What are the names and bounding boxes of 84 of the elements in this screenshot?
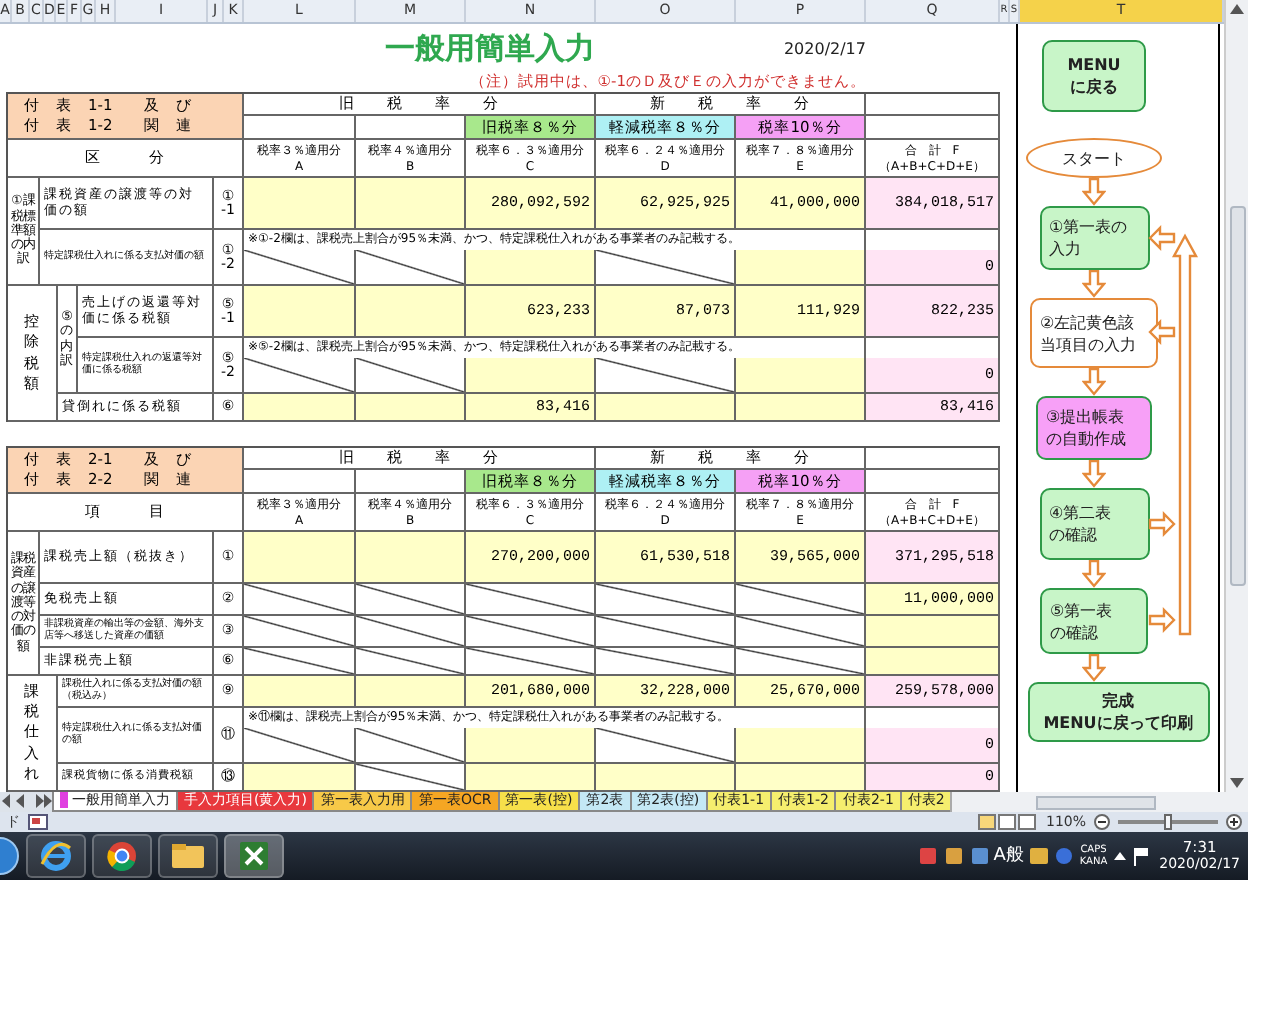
- input-cell[interactable]: [244, 286, 356, 338]
- slider-thumb[interactable]: [1164, 814, 1172, 830]
- down-arrow-icon: [1082, 270, 1106, 298]
- spreadsheet-icon: [238, 840, 270, 872]
- menu-button[interactable]: MENU に戻る: [1042, 40, 1146, 112]
- struck-cell: [356, 728, 466, 764]
- input-cell[interactable]: [736, 394, 866, 422]
- struck-cell: [596, 648, 736, 676]
- input-cell[interactable]: [244, 178, 356, 230]
- struck-cell: [596, 616, 736, 648]
- input-cell[interactable]: [244, 532, 356, 584]
- input-cell[interactable]: [244, 764, 356, 792]
- struck-cell: [596, 728, 736, 764]
- taskbar-app-button[interactable]: [158, 834, 218, 878]
- empty-header-cell: [866, 94, 1000, 116]
- taskbar-app-button[interactable]: [92, 834, 152, 878]
- menu-button[interactable]: 完成 MENUに戻って印刷: [1027, 682, 1209, 742]
- date-text: 2020/2/17: [781, 39, 866, 57]
- input-cell[interactable]: [736, 728, 866, 764]
- struck-cell: [736, 648, 866, 676]
- tab-navigation-icon[interactable]: [0, 792, 52, 810]
- struck-cell: [736, 584, 866, 616]
- horizontal-scrollbar[interactable]: [950, 792, 1248, 812]
- step-node: ④第二表 の確認: [1039, 488, 1149, 560]
- input-cell[interactable]: [736, 764, 866, 792]
- down-arrow-icon: [1082, 460, 1106, 488]
- input-cell[interactable]: [736, 250, 866, 286]
- ime-mode-text[interactable]: A般: [993, 847, 1024, 865]
- sheet-title: 一般用簡単入力: [383, 29, 597, 67]
- taskbar-app-button[interactable]: [224, 834, 284, 878]
- ime-tool-icons[interactable]: [1029, 846, 1074, 866]
- browser-circle-icon: [106, 840, 138, 872]
- down-arrow-icon: [1082, 368, 1106, 396]
- vertical-scrollbar[interactable]: [1224, 0, 1248, 792]
- input-cell[interactable]: [356, 178, 466, 230]
- struck-cell: [596, 584, 736, 616]
- taskbar-app-button[interactable]: [26, 834, 86, 878]
- input-cell[interactable]: [596, 764, 736, 792]
- step-node: ②左記黄色該 当項目の入力: [1030, 298, 1158, 368]
- zoom-out-icon[interactable]: [1094, 814, 1110, 830]
- step-node: ③提出帳表 の自動作成: [1036, 396, 1152, 460]
- struck-cell: [466, 648, 596, 676]
- input-cell[interactable]: [466, 250, 596, 286]
- struck-cell: [356, 250, 466, 286]
- zoom-in-icon[interactable]: [1226, 814, 1242, 830]
- struck-cell: [596, 250, 736, 286]
- struck-cell: [356, 764, 466, 792]
- input-cell[interactable]: [866, 648, 1000, 676]
- start-node: スタート: [1026, 138, 1162, 178]
- view-mode-icons[interactable]: [977, 814, 1038, 830]
- input-cell[interactable]: [866, 616, 1000, 648]
- struck-cell: [356, 584, 466, 616]
- start-button[interactable]: [0, 836, 20, 876]
- notification-icons[interactable]: [1113, 846, 1154, 866]
- macro-record-icon[interactable]: [28, 814, 48, 830]
- scroll-down-icon[interactable]: [1230, 778, 1244, 788]
- empty-header-cell: [866, 448, 1000, 470]
- input-cell[interactable]: [356, 394, 466, 422]
- down-arrow-icon: [1082, 654, 1106, 682]
- folder-icon: [170, 842, 206, 870]
- struck-cell: [356, 616, 466, 648]
- scroll-up-icon[interactable]: [1230, 4, 1244, 14]
- struck-cell: [596, 358, 736, 394]
- input-cell[interactable]: [466, 764, 596, 792]
- struck-cell: [466, 584, 596, 616]
- browser-e-icon: [40, 840, 72, 872]
- input-cell[interactable]: [356, 676, 466, 708]
- step-node: ⑤第一表 の確認: [1040, 588, 1148, 654]
- struck-cell: [736, 616, 866, 648]
- input-cell[interactable]: [736, 358, 866, 394]
- struck-cell: [466, 616, 596, 648]
- input-cell[interactable]: [466, 358, 596, 394]
- input-cell[interactable]: [356, 532, 466, 584]
- input-cell[interactable]: [466, 728, 596, 764]
- down-arrow-icon: [1082, 560, 1106, 588]
- input-cell[interactable]: [356, 286, 466, 338]
- input-cell[interactable]: [596, 394, 736, 422]
- input-cell[interactable]: [244, 676, 356, 708]
- tray-icons[interactable]: [919, 846, 988, 866]
- down-arrow-icon: [1082, 178, 1106, 206]
- struck-cell: [356, 358, 466, 394]
- struck-cell: [356, 648, 466, 676]
- input-cell[interactable]: [244, 394, 356, 422]
- step-node: ①第一表の 入力: [1039, 206, 1149, 270]
